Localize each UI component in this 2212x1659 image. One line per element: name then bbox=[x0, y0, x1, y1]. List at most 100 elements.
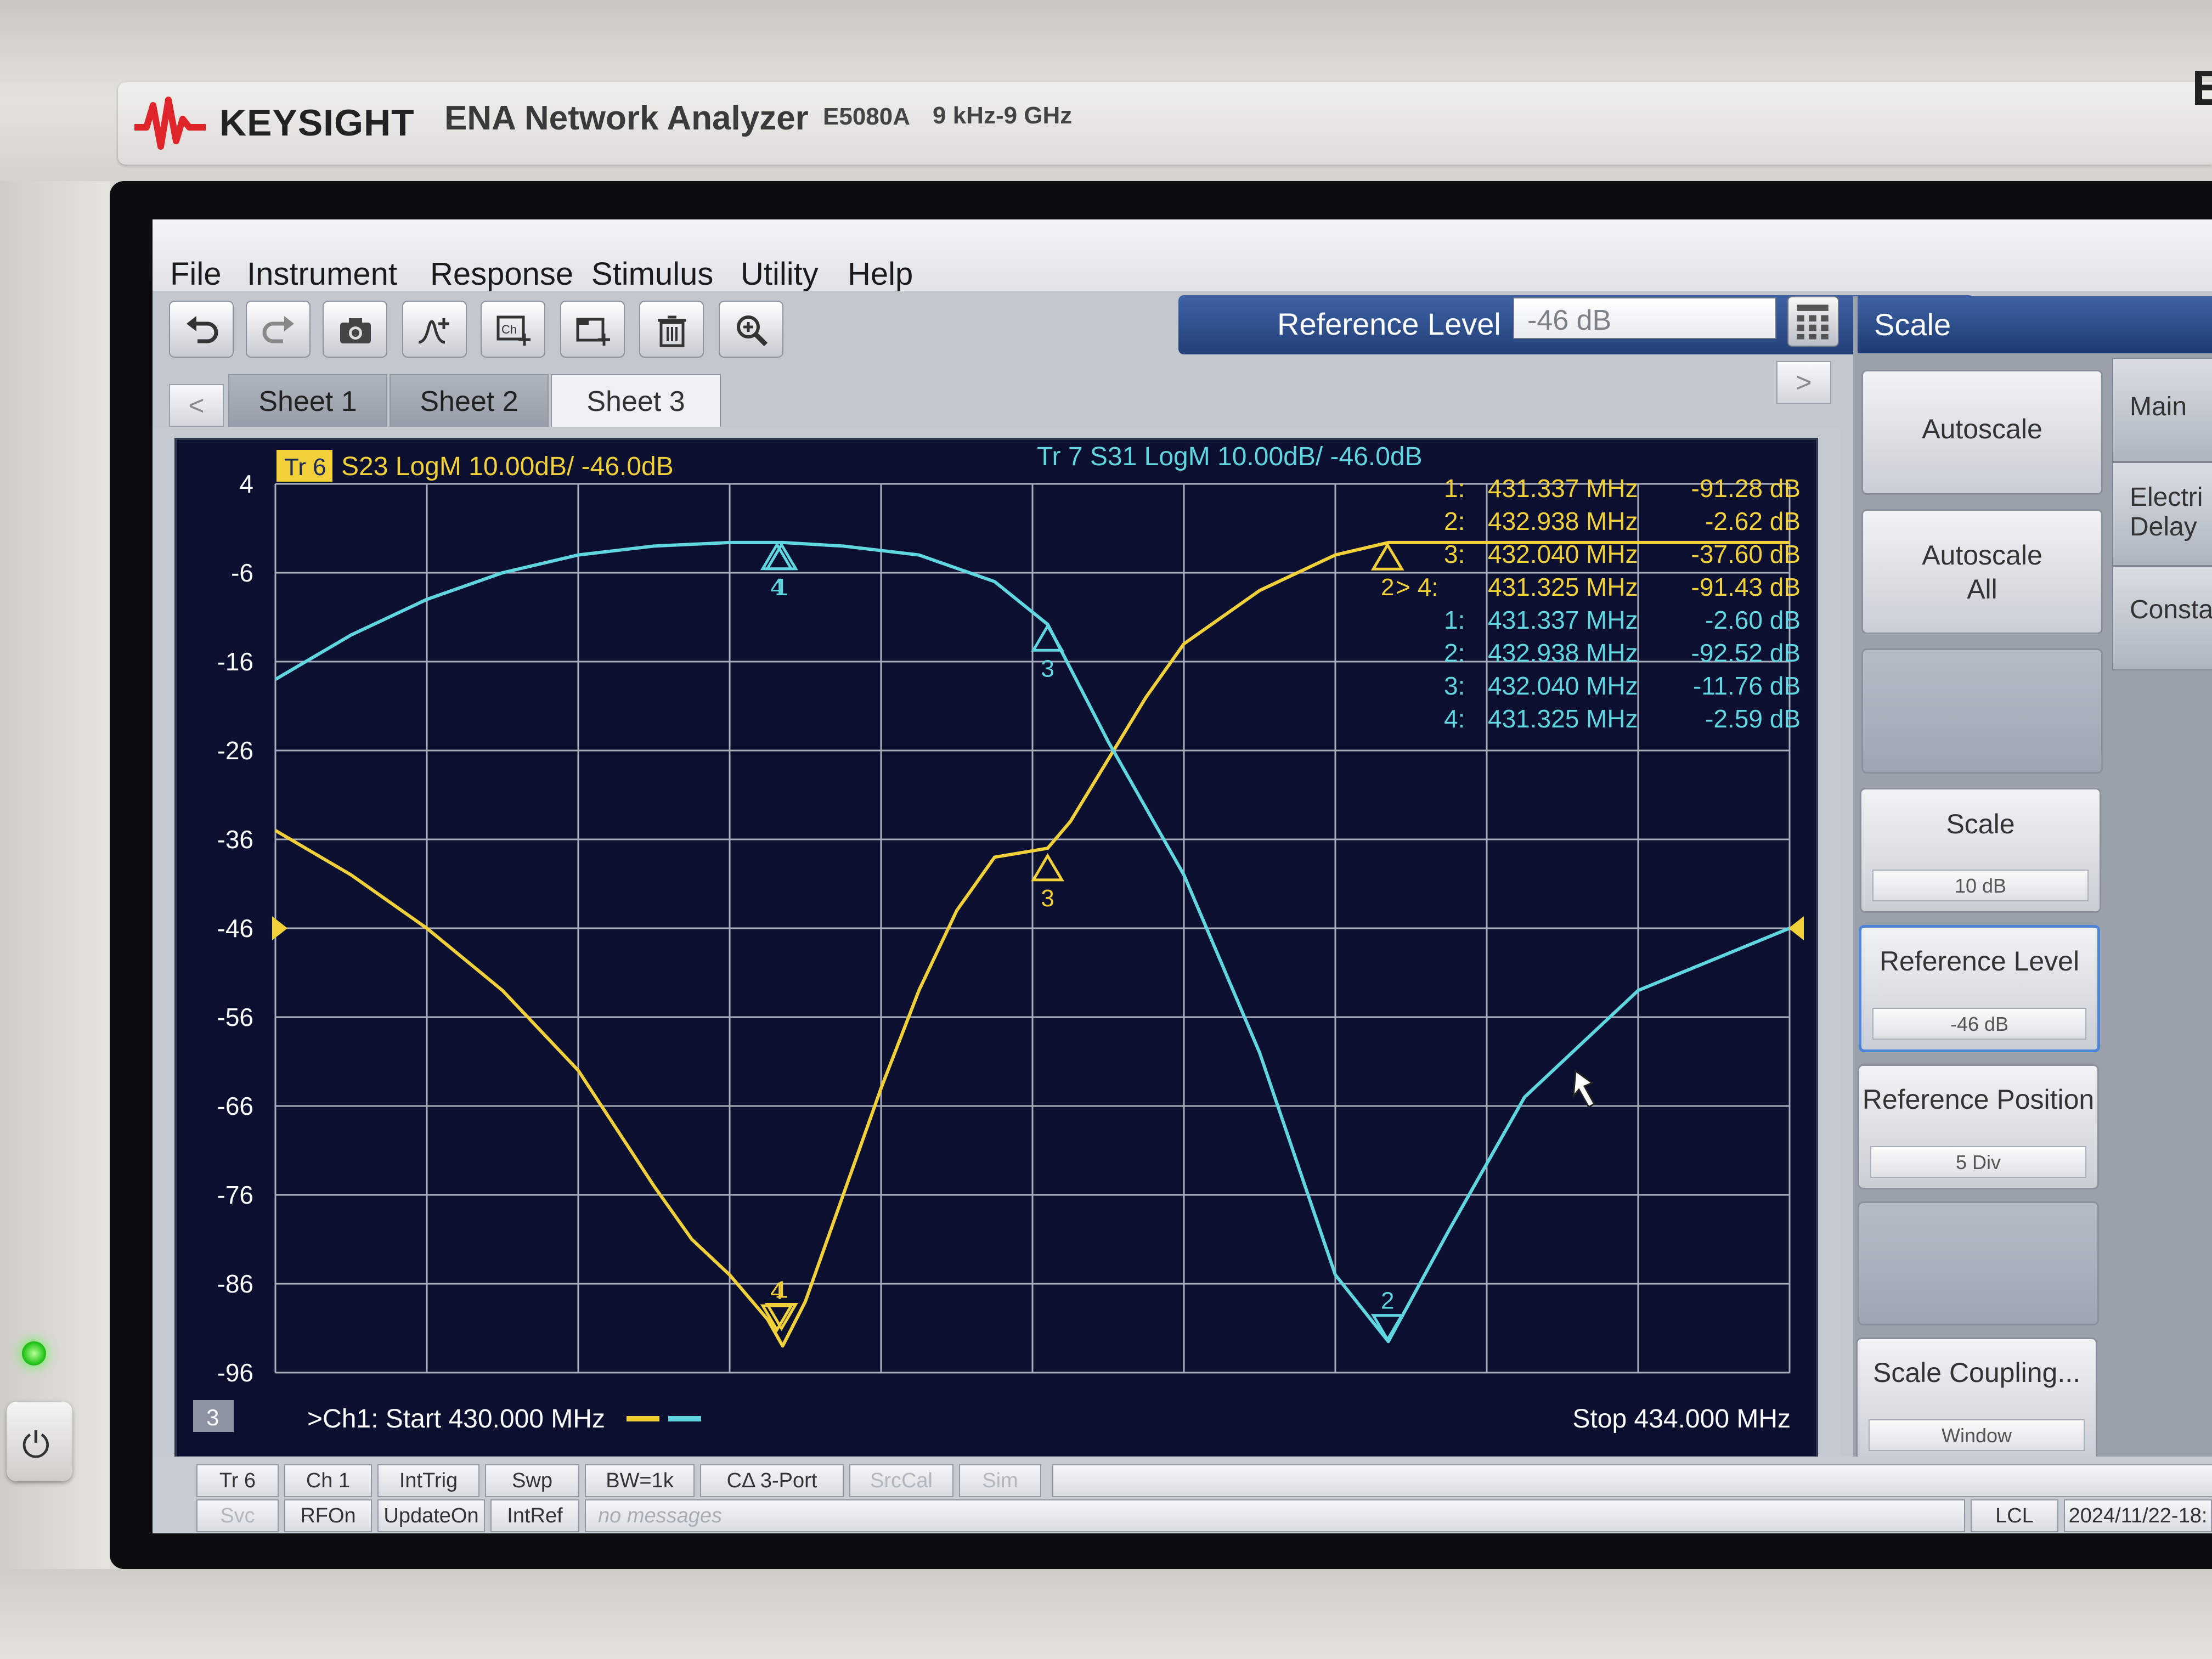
softkey-scale[interactable]: Scale 10 dB bbox=[1860, 788, 2101, 913]
side-tab-electrical-delay[interactable]: Electri Delay bbox=[2112, 462, 2212, 566]
redo-button[interactable] bbox=[246, 301, 311, 358]
status-source-cal[interactable]: SrcCal bbox=[849, 1464, 953, 1497]
marker-s31-1 bbox=[765, 542, 798, 571]
keypad-icon bbox=[1797, 304, 1829, 340]
status-reference[interactable]: IntRef bbox=[490, 1499, 579, 1532]
y-tick-label: 4 bbox=[239, 470, 253, 498]
product-name: ENA Network Analyzer bbox=[444, 99, 809, 137]
side-tab-constants[interactable]: Consta bbox=[2112, 566, 2212, 670]
power-button[interactable]: ⏻ bbox=[7, 1402, 72, 1481]
mkr-tr7-3-val: -11.76 dB bbox=[1693, 672, 1801, 700]
softkey-autoscale[interactable]: Autoscale bbox=[1861, 370, 2103, 495]
mkr-tr7-1-freq: 431.337 MHz bbox=[1488, 606, 1638, 634]
status-local[interactable]: LCL bbox=[1971, 1499, 2058, 1532]
tab-sheet-1[interactable]: Sheet 1 bbox=[228, 374, 387, 427]
marker-s23-2 bbox=[1370, 542, 1404, 571]
status-calibration[interactable]: CΔ 3-Port bbox=[700, 1464, 844, 1497]
marker-label-s31-3: 3 bbox=[1041, 655, 1054, 682]
marker-s31-4 bbox=[760, 541, 794, 571]
window-number: 3 bbox=[206, 1404, 219, 1430]
mkr-tr7-3-freq: 432.040 MHz bbox=[1488, 672, 1638, 700]
markers: 12341234 bbox=[760, 541, 1404, 1342]
menu-stimulus[interactable]: Stimulus bbox=[591, 256, 713, 292]
mkr-tr7-2-freq: 432.938 MHz bbox=[1488, 639, 1638, 667]
mkr-tr7-4-freq: 431.325 MHz bbox=[1488, 704, 1638, 733]
trace-7-header: Tr 7 S31 LogM 10.00dB/ -46.0dB bbox=[1037, 442, 1423, 471]
softkey-reference-position-value: 5 Div bbox=[1870, 1146, 2086, 1178]
chart-area: 4 -6 -16 -26 -36 -46 -56 -66 -76 -86 -96 12341234 … bbox=[153, 427, 1840, 1472]
y-tick-label: -76 bbox=[217, 1181, 253, 1209]
undo-icon bbox=[187, 316, 218, 343]
mkr-tr6-1-freq: 431.337 MHz bbox=[1488, 474, 1638, 503]
softkey-reference-position-label: Reference Position bbox=[1862, 1084, 2095, 1115]
sheet-next-button[interactable]: > bbox=[1776, 361, 1831, 404]
add-marker-button[interactable] bbox=[402, 301, 467, 358]
y-tick-label: -6 bbox=[231, 558, 253, 587]
softkey-scale-coupling[interactable]: Scale Coupling... Window bbox=[1856, 1338, 2097, 1463]
sheet-prev-button[interactable]: < bbox=[169, 384, 224, 427]
status-rf-power[interactable]: RFOn bbox=[284, 1499, 372, 1532]
mkr-tr7-3-num: 3: bbox=[1444, 672, 1465, 700]
menu-response[interactable]: Response bbox=[430, 256, 573, 292]
status-message: no messages bbox=[585, 1499, 1965, 1532]
trace-chart[interactable]: 4-6-16-26-36-46-56-66-76-86-96 12341234 … bbox=[177, 440, 1816, 1456]
y-tick-label: -46 bbox=[217, 914, 253, 943]
softkey-autoscale-all[interactable]: Autoscale All bbox=[1861, 509, 2103, 634]
brand-strip bbox=[118, 82, 2212, 165]
tab-sheet-2[interactable]: Sheet 2 bbox=[390, 374, 549, 427]
y-tick-label: -96 bbox=[217, 1358, 253, 1387]
softkey-blank-1 bbox=[1861, 648, 2103, 774]
stimulus-stop: Stop 434.000 MHz bbox=[1572, 1404, 1791, 1434]
menu-file[interactable]: File bbox=[170, 256, 221, 292]
status-service[interactable]: Svc bbox=[196, 1499, 279, 1532]
status-simulation[interactable]: Sim bbox=[959, 1464, 1041, 1497]
softkey-reference-level[interactable]: Reference Level -46 dB bbox=[1859, 925, 2100, 1052]
mkr-tr6-4-num: > 4: bbox=[1396, 573, 1438, 601]
add-window-button[interactable] bbox=[560, 301, 625, 358]
menu-instrument[interactable]: Instrument bbox=[247, 256, 397, 292]
add-trace-button[interactable]: Ch bbox=[481, 301, 545, 358]
camera-icon bbox=[340, 318, 371, 343]
mouse-cursor-icon bbox=[1572, 1069, 1596, 1109]
add-window-icon bbox=[576, 318, 610, 346]
mkr-tr6-3-num: 3: bbox=[1444, 540, 1465, 568]
softkey-reference-position[interactable]: Reference Position 5 Div bbox=[1858, 1064, 2099, 1189]
marker-label-s31-2: 2 bbox=[1381, 1288, 1394, 1314]
side-tab-main[interactable]: Main bbox=[2112, 358, 2212, 462]
mkr-tr7-2-val: -92.52 dB bbox=[1691, 639, 1801, 667]
zoom-button[interactable] bbox=[719, 301, 783, 358]
status-update[interactable]: UpdateOn bbox=[377, 1499, 485, 1532]
undo-button[interactable] bbox=[169, 301, 234, 358]
screenshot-button[interactable] bbox=[323, 301, 387, 358]
tab-sheet-3[interactable]: Sheet 3 bbox=[551, 374, 721, 427]
trash-icon bbox=[658, 315, 686, 347]
mkr-tr6-4-val: -91.43 dB bbox=[1691, 573, 1801, 601]
delete-button[interactable] bbox=[639, 301, 704, 358]
stimulus-start: >Ch1: Start 430.000 MHz bbox=[307, 1404, 605, 1434]
keypad-button[interactable] bbox=[1787, 296, 1839, 347]
y-tick-label: -26 bbox=[217, 736, 253, 765]
mkr-tr6-2-freq: 432.938 MHz bbox=[1488, 507, 1638, 535]
y-tick-label: -36 bbox=[217, 825, 253, 854]
marker-label-s23-2: 2 bbox=[1381, 574, 1394, 601]
status-trigger[interactable]: IntTrig bbox=[377, 1464, 479, 1497]
softkey-scale-coupling-label: Scale Coupling... bbox=[1872, 1357, 2080, 1388]
marker-s23-3 bbox=[1031, 853, 1064, 882]
status-datetime: 2024/11/22-18: bbox=[2064, 1499, 2212, 1532]
trace-6-tag-label: Tr 6 bbox=[284, 454, 326, 481]
menu-help[interactable]: Help bbox=[848, 256, 913, 292]
measurement-window[interactable]: 4 -6 -16 -26 -36 -46 -56 -66 -76 -86 -96 12341234 … bbox=[174, 438, 1818, 1458]
reference-level-input[interactable]: -46 dB bbox=[1513, 297, 1776, 339]
keysight-logo-icon bbox=[134, 97, 206, 150]
reference-arrow-right bbox=[1788, 916, 1804, 940]
menu-utility[interactable]: Utility bbox=[741, 256, 819, 292]
status-bar: Tr 6 Ch 1 IntTrig Swp BW=1k CΔ 3-Port Sr… bbox=[153, 1457, 2212, 1533]
status-sweep[interactable]: Swp bbox=[485, 1464, 579, 1497]
status-trace[interactable]: Tr 6 bbox=[196, 1464, 279, 1497]
brand-name: KEYSIGHT bbox=[219, 102, 415, 144]
mkr-tr6-1-val: -91.28 dB bbox=[1691, 474, 1801, 503]
status-bandwidth[interactable]: BW=1k bbox=[585, 1464, 695, 1497]
y-tick-label: -66 bbox=[217, 1092, 253, 1120]
status-channel[interactable]: Ch 1 bbox=[284, 1464, 372, 1497]
reference-arrow-left bbox=[272, 916, 287, 940]
